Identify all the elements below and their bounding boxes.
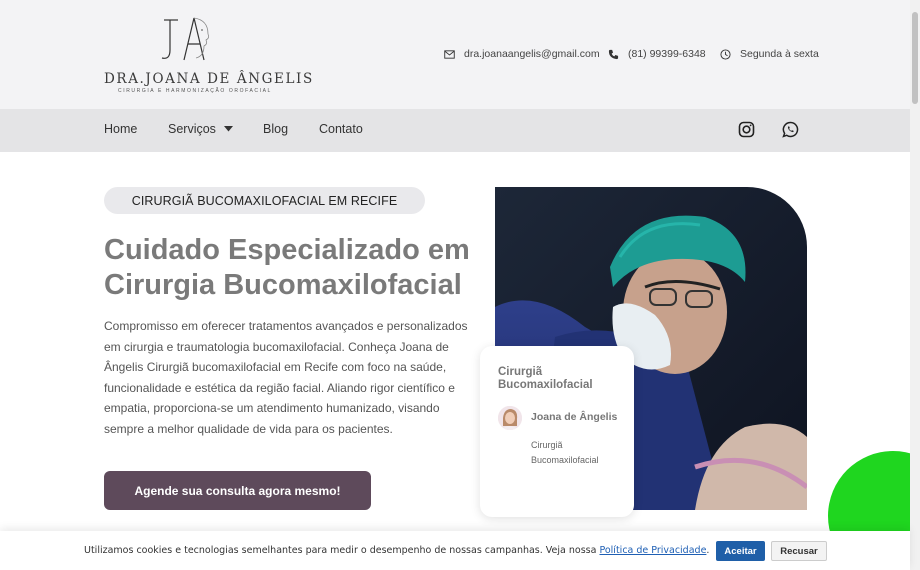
phone-text: (81) 99399-6348 xyxy=(628,48,706,60)
cookie-message: Utilizamos cookies e tecnologias semelha… xyxy=(84,545,709,556)
schedule-appointment-button[interactable]: Agende sua consulta agora mesmo! xyxy=(104,471,371,510)
cookie-banner: Utilizamos cookies e tecnologias semelha… xyxy=(0,531,910,570)
logo-monogram-icon xyxy=(161,17,210,61)
card-name: Joana de Ângelis xyxy=(531,411,618,423)
phone-icon xyxy=(608,49,619,59)
hero-title: Cuidado Especializado em Cirurgia Bucoma… xyxy=(104,234,470,301)
hours-text: Segunda à sexta xyxy=(740,48,819,60)
scrollbar-thumb[interactable] xyxy=(912,12,918,104)
main-nav: Home Serviços Blog Contato xyxy=(0,109,910,152)
nav-label: Blog xyxy=(263,122,289,136)
cookie-suffix: . xyxy=(706,545,710,556)
nav-item-contato[interactable]: Contato xyxy=(319,122,363,136)
instagram-icon[interactable] xyxy=(738,121,755,138)
nav-item-servicos[interactable]: Serviços xyxy=(168,122,233,136)
top-header: DRA.JOANA DE ÂNGELIS CIRURGIA E HARMONIZ… xyxy=(0,0,910,109)
caret-down-icon xyxy=(223,126,233,132)
hero-tag: CIRURGIÃ BUCOMAXILOFACIAL EM RECIFE xyxy=(104,187,425,214)
avatar xyxy=(498,406,522,430)
hero-description: Compromisso em oferecer tratamentos avan… xyxy=(104,319,468,436)
nav-item-home[interactable]: Home xyxy=(104,122,137,136)
privacy-policy-link[interactable]: Política de Privacidade xyxy=(599,545,706,556)
card-title: Cirurgiã Bucomaxilofacial xyxy=(498,366,593,391)
nav-item-blog[interactable]: Blog xyxy=(263,122,288,136)
nav-label: Serviços xyxy=(168,122,216,136)
scrollbar[interactable] xyxy=(910,0,920,570)
avatar-image xyxy=(498,406,522,430)
phone-contact[interactable]: (81) 99399-6348 xyxy=(608,48,706,60)
nav-label: Home xyxy=(104,122,138,136)
reject-cookies-button[interactable]: Recusar xyxy=(771,541,827,561)
email-contact[interactable]: dra.joanaangelis@gmail.com xyxy=(444,48,600,60)
whatsapp-icon[interactable] xyxy=(782,121,799,138)
envelope-icon xyxy=(444,49,455,59)
email-text: dra.joanaangelis@gmail.com xyxy=(464,48,600,60)
hours-info: Segunda à sexta xyxy=(720,48,819,60)
doctor-card: Cirurgiã Bucomaxilofacial Joana de Ângel… xyxy=(480,346,634,517)
logo-subtitle: CIRURGIA E HARMONIZAÇÃO OROFACIAL xyxy=(118,88,272,94)
nav-label: Contato xyxy=(319,122,363,136)
logo-name: DRA.JOANA DE ÂNGELIS xyxy=(104,71,314,87)
card-role: Cirurgiã Bucomaxilofacial xyxy=(531,440,599,465)
clock-icon xyxy=(720,48,731,60)
cookie-text: Utilizamos cookies e tecnologias semelha… xyxy=(84,545,600,556)
site-logo[interactable]: DRA.JOANA DE ÂNGELIS CIRURGIA E HARMONIZ… xyxy=(104,14,312,94)
accept-cookies-button[interactable]: Aceitar xyxy=(716,541,765,561)
